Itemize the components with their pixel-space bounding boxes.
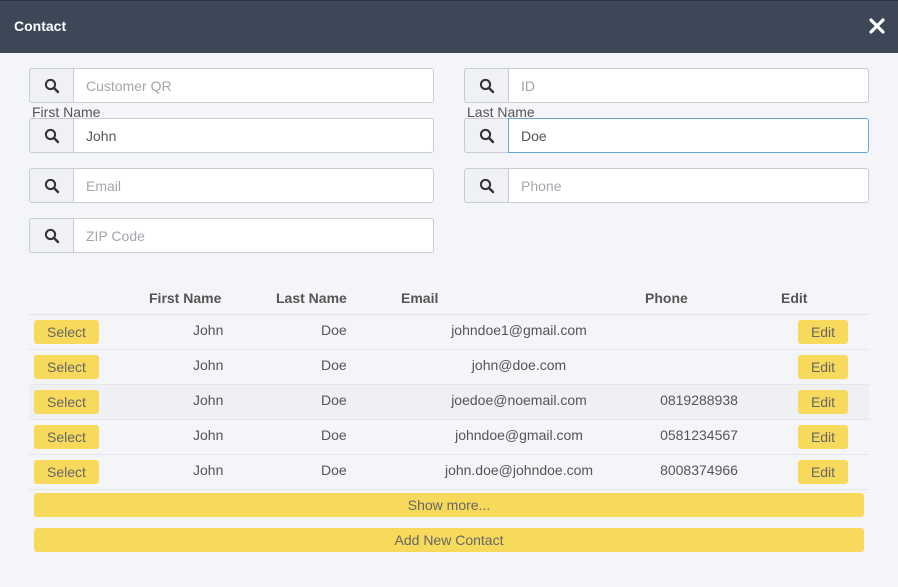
edit-button[interactable]: Edit <box>798 390 848 414</box>
table-row: Select John Doe johndoe1@gmail.com Edit <box>29 315 869 350</box>
cell-last-name: Doe <box>321 322 347 338</box>
table-row: Select John Doe john@doe.com Edit <box>29 350 869 385</box>
cell-email: john.doe@johndoe.com <box>444 462 594 478</box>
search-icon <box>464 168 508 203</box>
table-header: First Name Last Name Email Phone Edit <box>29 281 869 315</box>
select-button[interactable]: Select <box>34 355 99 379</box>
header-edit: Edit <box>781 290 808 306</box>
email-input[interactable] <box>73 168 434 203</box>
add-new-contact-button[interactable]: Add New Contact <box>34 528 864 552</box>
header-phone: Phone <box>645 290 688 306</box>
select-button[interactable]: Select <box>34 320 99 344</box>
header-email: Email <box>401 290 439 306</box>
cell-last-name: Doe <box>321 462 347 478</box>
customer-qr-input[interactable] <box>73 68 434 103</box>
dialog-title: Contact <box>14 18 67 34</box>
show-more-button[interactable]: Show more... <box>34 493 864 517</box>
select-button[interactable]: Select <box>34 390 99 414</box>
search-icon <box>29 118 73 153</box>
cell-first-name: John <box>193 462 224 478</box>
dialog-titlebar: Contact <box>0 0 898 53</box>
search-icon <box>29 218 73 253</box>
zip-field <box>29 218 434 253</box>
cell-last-name: Doe <box>321 357 347 373</box>
phone-input[interactable] <box>508 168 869 203</box>
close-icon[interactable] <box>869 17 885 35</box>
cell-first-name: John <box>193 357 224 373</box>
table-row: Select John Doe johndoe@gmail.com 058123… <box>29 420 869 455</box>
search-icon <box>464 68 508 103</box>
id-field <box>464 68 869 103</box>
cell-email: joedoe@noemail.com <box>451 392 587 408</box>
customer-qr-field <box>29 68 434 103</box>
cell-first-name: John <box>193 322 224 338</box>
cell-last-name: Doe <box>321 392 347 408</box>
edit-button[interactable]: Edit <box>798 460 848 484</box>
search-icon <box>29 68 73 103</box>
edit-button[interactable]: Edit <box>798 320 848 344</box>
search-icon <box>29 168 73 203</box>
select-button[interactable]: Select <box>34 460 99 484</box>
header-first-name: First Name <box>149 290 222 306</box>
cell-phone: 0581234567 <box>660 427 738 443</box>
cell-email: johndoe@gmail.com <box>455 427 583 443</box>
zip-input[interactable] <box>73 218 434 253</box>
table-row: Select John Doe joedoe@noemail.com 08192… <box>29 385 869 420</box>
cell-phone: 0819288938 <box>660 392 738 408</box>
table-row: Select John Doe john.doe@johndoe.com 800… <box>29 455 869 490</box>
id-input[interactable] <box>508 68 869 103</box>
search-icon <box>464 118 508 153</box>
results-table: First Name Last Name Email Phone Edit Se… <box>29 281 869 490</box>
first-name-field <box>29 118 434 153</box>
edit-button[interactable]: Edit <box>798 355 848 379</box>
phone-field <box>464 168 869 203</box>
last-name-input[interactable] <box>508 118 869 153</box>
cell-phone: 8008374966 <box>660 462 738 478</box>
email-field <box>29 168 434 203</box>
cell-email: john@doe.com <box>471 357 567 373</box>
first-name-input[interactable] <box>73 118 434 153</box>
cell-email: johndoe1@gmail.com <box>451 322 587 338</box>
cell-last-name: Doe <box>321 427 347 443</box>
cell-first-name: John <box>193 427 224 443</box>
select-button[interactable]: Select <box>34 425 99 449</box>
edit-button[interactable]: Edit <box>798 425 848 449</box>
last-name-field <box>464 118 869 153</box>
cell-first-name: John <box>193 392 224 408</box>
header-last-name: Last Name <box>276 290 347 306</box>
